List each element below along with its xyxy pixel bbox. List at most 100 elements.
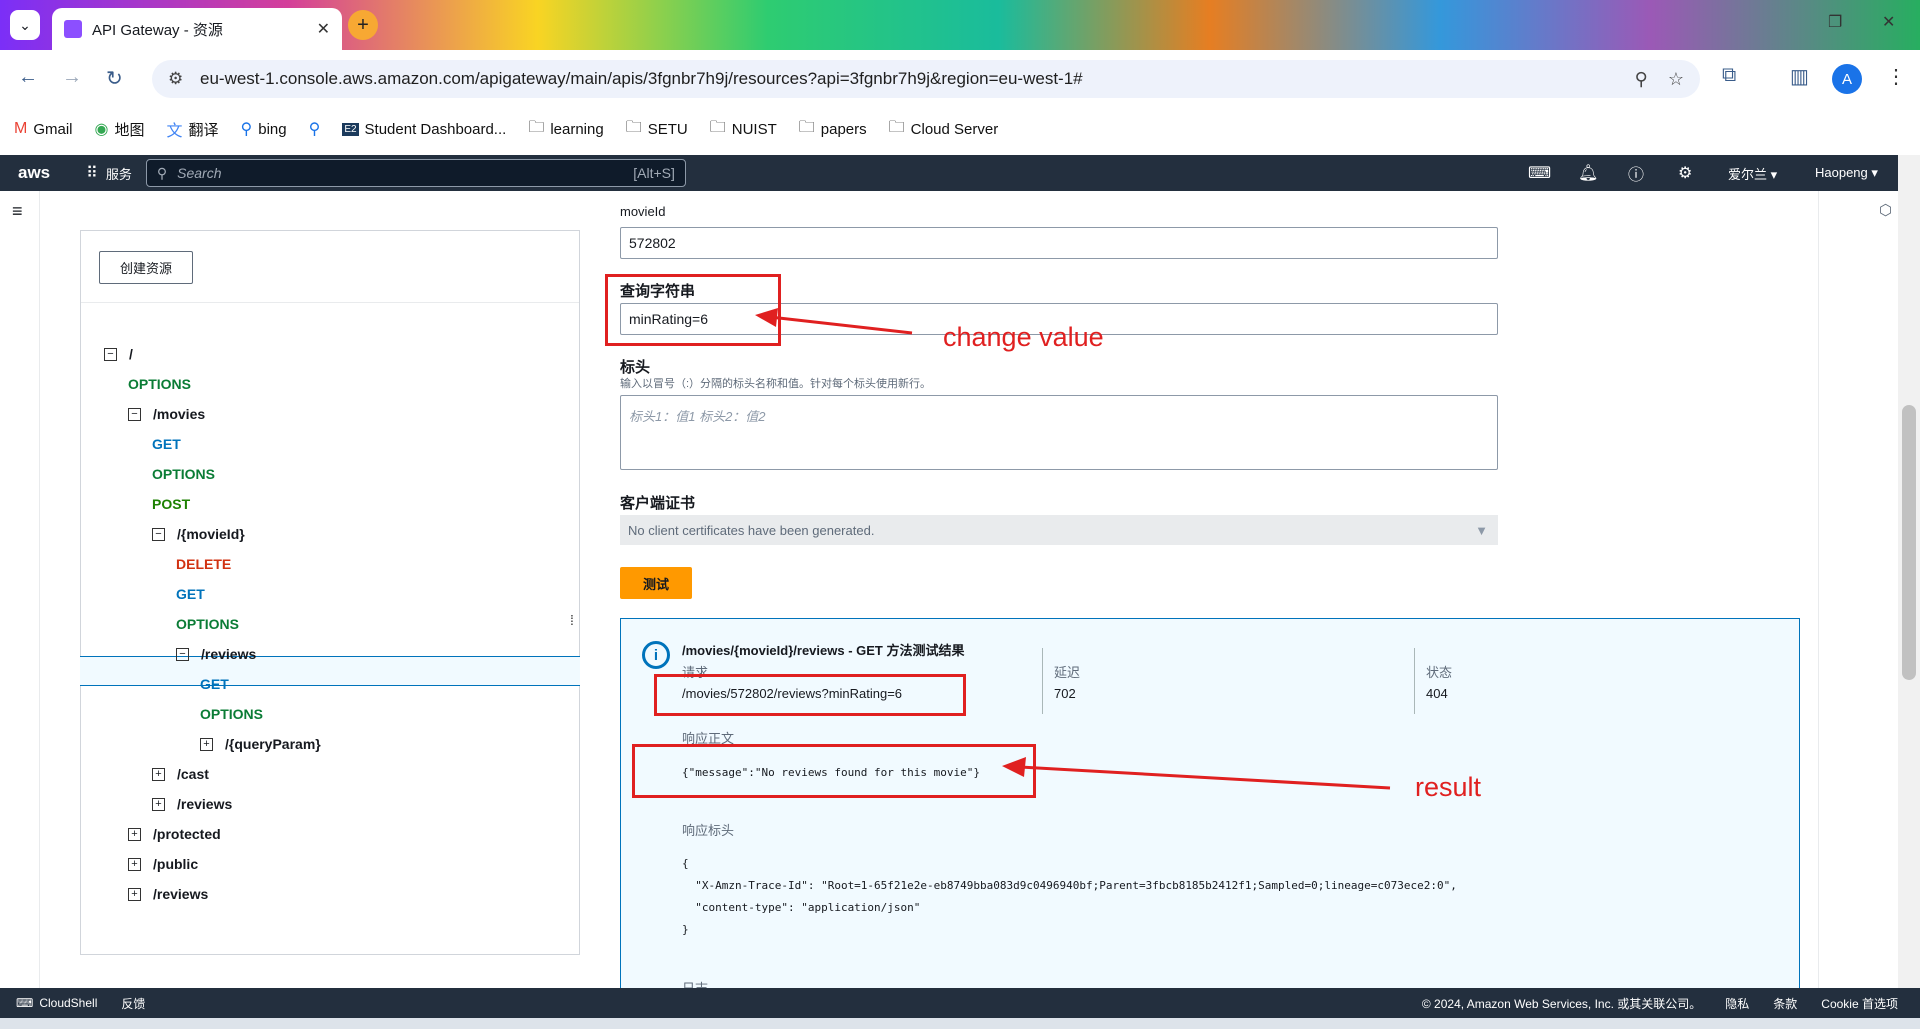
tree-row-label: OPTIONS (152, 466, 216, 482)
tree-resource[interactable]: + /{queryParam} (200, 730, 321, 758)
left-nav-strip: ≡ (0, 191, 40, 988)
tree-resource[interactable]: + /reviews (128, 880, 208, 908)
side-panel-icon[interactable]: ▥ (1790, 64, 1809, 89)
hamburger-icon[interactable]: ≡ (12, 201, 23, 222)
collapse-icon[interactable]: − (104, 347, 117, 361)
create-resource-button[interactable]: 创建资源 (99, 251, 194, 284)
terms-link[interactable]: 条款 (1773, 995, 1797, 1012)
aws-header: aws ⠿ 服务 ⚲ Search [Alt+S] ⌨ 🔔︎ ⓘ ⚙ 爱尔兰 ▾… (0, 155, 1898, 191)
expand-icon[interactable]: + (128, 827, 141, 841)
tree-method[interactable]: GET (176, 580, 205, 608)
extensions-icon[interactable]: ⧉ (1722, 64, 1736, 87)
folder-icon: 🗀 (625, 118, 642, 136)
latency-label: 延迟 (1054, 665, 1081, 680)
bookmark-cloud-server[interactable]: 🗀 Cloud Server (889, 116, 999, 143)
tree-row-label: /reviews (201, 646, 257, 662)
expand-icon[interactable]: + (152, 797, 165, 811)
collapse-icon[interactable]: − (128, 407, 141, 421)
settings-icon[interactable]: ⚙ (1678, 155, 1692, 191)
folder-icon: 🗀 (888, 118, 905, 136)
help-icon[interactable]: ⓘ (1628, 155, 1644, 191)
close-icon[interactable]: ✕ (317, 19, 330, 39)
bookmark-learning[interactable]: 🗀 learning (528, 116, 603, 143)
collapse-icon[interactable]: − (176, 647, 189, 661)
cookie-preferences-link[interactable]: Cookie 首选项 (1821, 995, 1898, 1012)
tree-resource[interactable]: −/movies (128, 400, 205, 428)
tree-method[interactable]: OPTIONS (176, 610, 239, 638)
bookmark-setu[interactable]: 🗀 SETU (626, 116, 688, 143)
tree-resource[interactable]: + /protected (128, 820, 221, 848)
bookmark-papers[interactable]: 🗀 papers (799, 116, 867, 143)
tree-resource[interactable]: + /public (128, 850, 198, 878)
selected-tree-row-highlight (80, 656, 580, 686)
annotation-result: result (1415, 772, 1482, 802)
forward-icon[interactable]: → (62, 66, 82, 89)
bookmark-maps[interactable]: ◉ 地图 (95, 119, 145, 140)
bookmark-search[interactable]: ⚲ (309, 119, 321, 139)
search-input[interactable]: ⚲ Search [Alt+S] (145, 159, 686, 187)
movie-id-input[interactable]: 572802 (620, 227, 1498, 259)
cloudshell-icon[interactable]: ⌨ (1528, 155, 1551, 191)
tree-method[interactable]: OPTIONS (200, 700, 263, 728)
tree-method[interactable]: DELETE (176, 550, 231, 578)
profile-avatar[interactable]: A (1832, 64, 1862, 94)
tree-resource[interactable]: − / (104, 340, 133, 368)
panel-resize-handle[interactable]: ⁞ (570, 612, 574, 628)
tree-method[interactable]: GET (200, 670, 229, 698)
bottom-strip (0, 1018, 1920, 1029)
search-icon: ⚲ (308, 121, 321, 138)
zoom-icon[interactable]: ⚲ (1635, 69, 1648, 90)
scrollbar-thumb[interactable] (1902, 405, 1916, 680)
cloudshell-link[interactable]: ⌨ CloudShell (16, 996, 97, 1010)
tab-title: API Gateway - 资源 (92, 21, 223, 39)
bookmark-star-icon[interactable]: ☆ (1668, 69, 1684, 90)
tree-method[interactable]: POST (152, 490, 190, 518)
tab-search-icon[interactable]: ⌄ (10, 10, 40, 40)
reload-icon[interactable]: ↻ (106, 66, 123, 91)
aws-logo[interactable]: aws (18, 163, 50, 183)
caret-down-icon: ▼ (1475, 522, 1488, 538)
expand-icon[interactable]: + (128, 887, 141, 901)
more-menu-icon[interactable]: ⋮ (1886, 64, 1906, 89)
right-tools-strip: ⬡ (1818, 191, 1898, 988)
new-tab-button[interactable]: + (348, 10, 378, 40)
restore-icon[interactable]: ❐ (1828, 12, 1842, 32)
test-button[interactable]: 测试 (620, 567, 692, 599)
tree-row-label: /movies (153, 406, 206, 422)
tree-method[interactable]: GET (152, 430, 181, 458)
tree-resource[interactable]: −/reviews (176, 640, 256, 668)
feedback-link[interactable]: 反馈 (121, 995, 145, 1012)
grid-icon: ⠿ (86, 165, 98, 182)
url-text[interactable]: eu-west-1.console.aws.amazon.com/apigate… (200, 69, 1615, 89)
region-selector[interactable]: 爱尔兰 ▾ (1728, 155, 1777, 191)
headers-textarea[interactable]: 标头1：值1 标头2：值2 (620, 395, 1498, 470)
bookmark-student-dashboard[interactable]: E2 Student Dashboard... (342, 121, 506, 138)
tree-method[interactable]: OPTIONS (128, 370, 191, 398)
tree-resource[interactable]: + /cast (152, 760, 209, 788)
tree-method[interactable]: OPTIONS (152, 460, 215, 488)
privacy-link[interactable]: 隐私 (1725, 995, 1749, 1012)
address-bar[interactable]: ⚙ eu-west-1.console.aws.amazon.com/apiga… (152, 60, 1700, 98)
collapse-icon[interactable]: − (152, 527, 165, 541)
bookmark-translate[interactable]: 文翻译 (166, 117, 218, 141)
tree-row-label: POST (152, 496, 191, 512)
bookmark-gmail[interactable]: M Gmail (14, 120, 73, 138)
tree-resource[interactable]: + /reviews (152, 790, 232, 818)
tools-icon[interactable]: ⬡ (1879, 201, 1892, 219)
expand-icon[interactable]: + (128, 857, 141, 871)
bookmark-bing[interactable]: ⚲ bing (241, 119, 287, 139)
notifications-icon[interactable]: 🔔︎ (1578, 155, 1598, 191)
tree-resource[interactable]: −/{movieId} (152, 520, 245, 548)
back-icon[interactable]: ← (18, 66, 38, 89)
expand-icon[interactable]: + (152, 767, 165, 781)
close-window-icon[interactable]: ✕ (1882, 12, 1895, 32)
site-info-icon[interactable]: ⚙ (168, 69, 186, 89)
tree-row-label: GET (176, 586, 205, 602)
browser-tab[interactable]: API Gateway - 资源 ✕ (52, 8, 342, 50)
search-shortcut: [Alt+S] (633, 165, 675, 181)
bookmark-nuist[interactable]: 🗀 NUIST (710, 116, 777, 143)
expand-icon[interactable]: + (200, 737, 213, 751)
services-menu[interactable]: ⠿ 服务 (86, 163, 132, 183)
account-menu[interactable]: Haopeng ▾ (1815, 155, 1878, 191)
client-cert-select[interactable]: No client certificates have been generat… (620, 515, 1498, 545)
